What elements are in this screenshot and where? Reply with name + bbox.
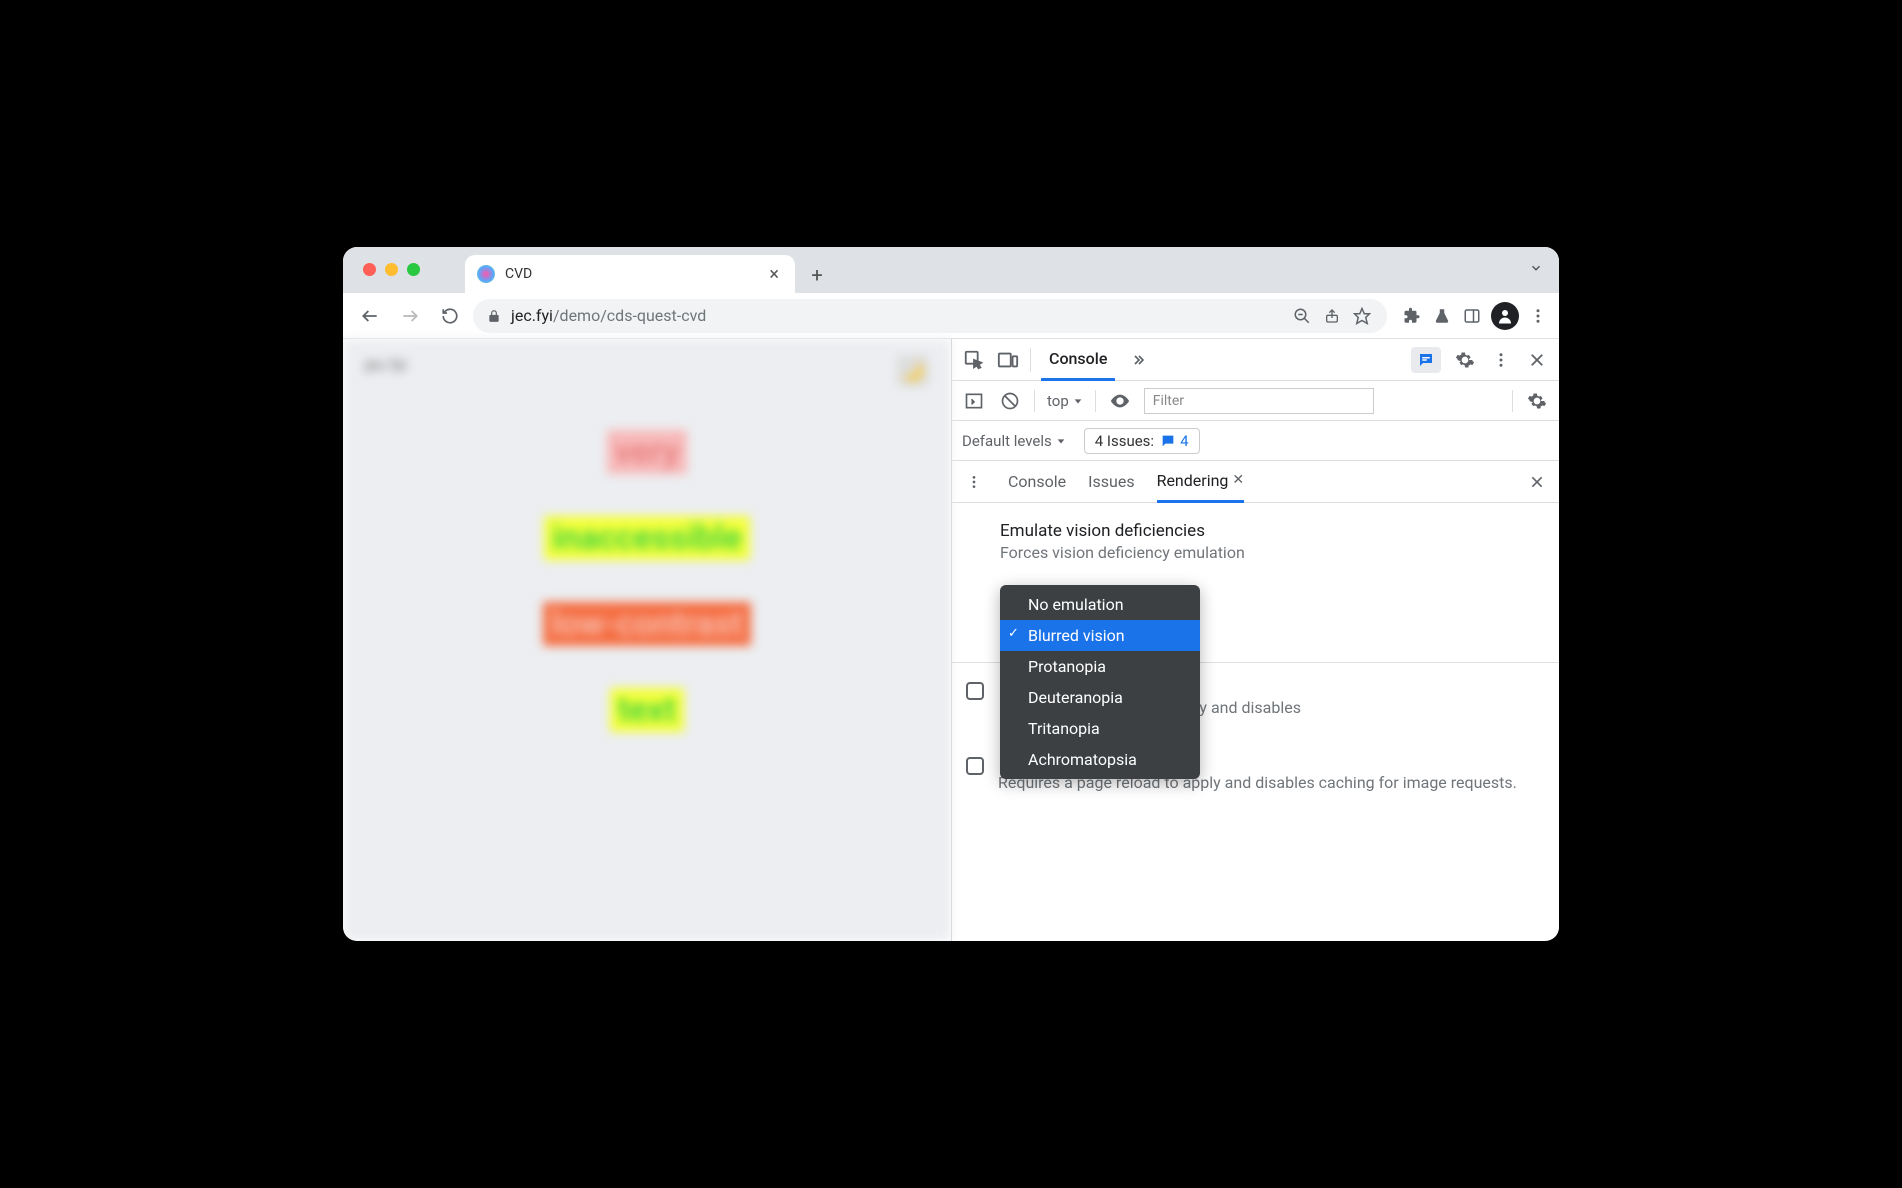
checkbox-2[interactable]	[966, 757, 984, 775]
console-filter-input[interactable]: Filter	[1144, 388, 1374, 414]
drawer-tab-issues[interactable]: Issues	[1088, 461, 1134, 503]
device-toolbar-icon[interactable]	[996, 348, 1020, 372]
dropdown-option-protanopia[interactable]: Protanopia	[1000, 651, 1200, 682]
dropdown-option-tritanopia[interactable]: Tritanopia	[1000, 713, 1200, 744]
demo-word-3: low-contrast	[543, 602, 751, 646]
share-icon[interactable]	[1321, 305, 1343, 327]
devtools-kebab-icon[interactable]	[1489, 348, 1513, 372]
execution-context-dropdown[interactable]: top	[1047, 392, 1083, 410]
zoom-out-icon[interactable]	[1291, 305, 1313, 327]
toolbar: jec.fyi/demo/cds-quest-cvd	[343, 293, 1559, 339]
settings-gear-icon[interactable]	[1453, 348, 1477, 372]
window-close-button[interactable]	[363, 263, 376, 276]
reload-button[interactable]	[433, 299, 467, 333]
drawer-tab-console[interactable]: Console	[1008, 461, 1066, 503]
url-text: jec.fyi/demo/cds-quest-cvd	[511, 306, 1281, 325]
messages-icon[interactable]	[1411, 347, 1441, 373]
dark-mode-toggle[interactable]: 🌙	[897, 355, 929, 387]
urlbar-actions	[1291, 305, 1373, 327]
section-desc: Forces vision deficiency emulation	[1000, 543, 1535, 562]
lock-icon	[487, 309, 501, 323]
console-sidebar-toggle-icon[interactable]	[962, 389, 986, 413]
console-toolbar: top Filter	[952, 381, 1559, 421]
toolbar-icons	[1401, 302, 1549, 330]
dropdown-option-deuteranopia[interactable]: Deuteranopia	[1000, 682, 1200, 713]
close-tab-icon[interactable]: ×	[765, 264, 783, 285]
traffic-lights	[363, 263, 420, 276]
browser-tab[interactable]: CVD ×	[465, 255, 795, 293]
back-button[interactable]	[353, 299, 387, 333]
console-settings-gear-icon[interactable]	[1525, 389, 1549, 413]
demo-word-1: very	[607, 430, 688, 474]
rendering-panel: Emulate vision deficiencies Forces visio…	[952, 503, 1559, 810]
live-expression-eye-icon[interactable]	[1108, 389, 1132, 413]
vision-deficiency-dropdown[interactable]: No emulation Blurred vision Protanopia D…	[1000, 585, 1200, 779]
console-levels-bar: Default levels 4 Issues: 4	[952, 421, 1559, 461]
tab-bar: CVD × +	[343, 247, 1559, 293]
side-panel-icon[interactable]	[1461, 305, 1483, 327]
devtools-close-icon[interactable]	[1525, 348, 1549, 372]
tab-title: CVD	[505, 266, 755, 282]
labs-flask-icon[interactable]	[1431, 305, 1453, 327]
extensions-icon[interactable]	[1401, 305, 1423, 327]
kebab-menu-icon[interactable]	[1527, 305, 1549, 327]
devtools-top-bar: Console	[952, 339, 1559, 381]
page-viewport: jec.fyi 🌙 very inaccessible low-contrast…	[343, 339, 951, 941]
address-bar[interactable]: jec.fyi/demo/cds-quest-cvd	[473, 299, 1387, 333]
issues-button[interactable]: 4 Issues: 4	[1084, 428, 1200, 454]
devtools-panel: Console	[951, 339, 1559, 941]
tab-console[interactable]: Console	[1041, 339, 1115, 381]
drawer-tabs: Console Issues Rendering ✕	[952, 461, 1559, 503]
profile-avatar[interactable]	[1491, 302, 1519, 330]
dropdown-option-achromatopsia[interactable]: Achromatopsia	[1000, 744, 1200, 775]
demo-word-2: inaccessible	[544, 516, 750, 560]
page-brand: jec.fyi	[365, 355, 929, 374]
section-title: Emulate vision deficiencies	[1000, 521, 1535, 541]
drawer-close-icon[interactable]	[1525, 470, 1549, 494]
favicon-icon	[477, 265, 495, 283]
inspect-element-icon[interactable]	[962, 348, 986, 372]
tab-list-chevron-icon[interactable]	[1529, 261, 1543, 275]
more-tabs-chevron-icon[interactable]	[1125, 348, 1149, 372]
browser-window: CVD × + jec.fyi/demo/cds-quest-cvd	[343, 247, 1559, 941]
dropdown-option-no-emulation[interactable]: No emulation	[1000, 589, 1200, 620]
content-area: jec.fyi 🌙 very inaccessible low-contrast…	[343, 339, 1559, 941]
demo-word-4: text	[610, 688, 684, 732]
dropdown-option-blurred-vision[interactable]: Blurred vision	[1000, 620, 1200, 651]
checkbox-1[interactable]	[966, 682, 984, 700]
log-levels-dropdown[interactable]: Default levels	[962, 432, 1066, 450]
drawer-tab-rendering[interactable]: Rendering ✕	[1157, 461, 1245, 503]
forward-button[interactable]	[393, 299, 427, 333]
clear-console-icon[interactable]	[998, 389, 1022, 413]
page-content: very inaccessible low-contrast text	[365, 430, 929, 732]
new-tab-button[interactable]: +	[803, 261, 831, 289]
bookmark-star-icon[interactable]	[1351, 305, 1373, 327]
close-rendering-tab-icon[interactable]: ✕	[1232, 472, 1244, 488]
window-maximize-button[interactable]	[407, 263, 420, 276]
drawer-kebab-icon[interactable]	[962, 470, 986, 494]
window-minimize-button[interactable]	[385, 263, 398, 276]
